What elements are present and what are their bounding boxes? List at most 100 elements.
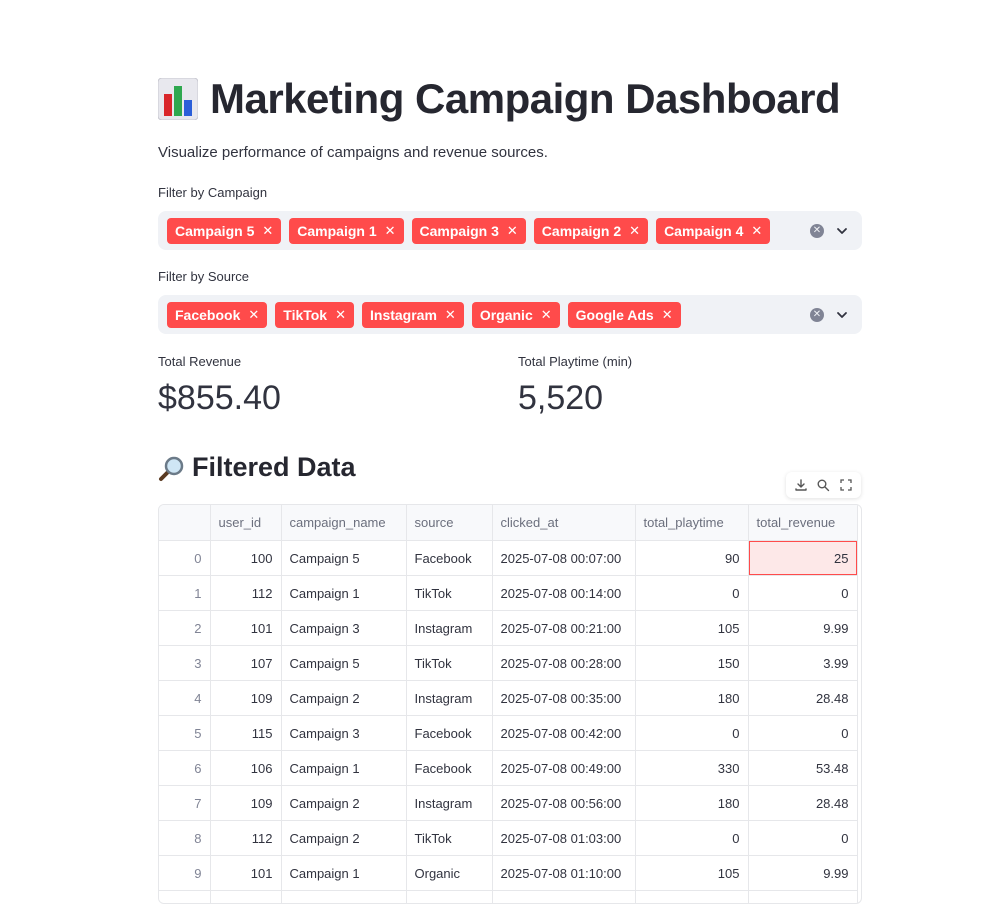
table-cell[interactable]: Campaign 3 — [281, 715, 407, 751]
dataframe-grid[interactable]: user_id campaign_name source clicked_at tota… — [158, 504, 862, 904]
source-multiselect[interactable]: Facebook ✕ TikTok ✕ Instagram ✕ Organic ✕ Google… — [158, 295, 862, 334]
table-cell[interactable]: Campaign 2 — [281, 680, 407, 716]
table-cell[interactable]: Facebook — [406, 715, 493, 751]
table-cell[interactable]: 330 — [635, 750, 749, 786]
table-cell[interactable]: 2025-07-08 00:21:00 — [492, 610, 636, 646]
table-cell[interactable]: Campaign 2 — [281, 820, 407, 856]
table-cell[interactable]: 105 — [635, 855, 749, 891]
table-cell[interactable]: TikTok — [406, 820, 493, 856]
table-cell[interactable]: 25 — [748, 540, 858, 576]
index-column-header[interactable] — [159, 505, 211, 541]
table-cell[interactable]: 101 — [210, 610, 282, 646]
row-index-cell[interactable]: 7 — [159, 785, 211, 821]
table-cell[interactable]: 150 — [635, 645, 749, 681]
download-icon[interactable] — [794, 478, 808, 492]
table-cell[interactable]: Campaign 4 — [281, 890, 407, 903]
table-cell[interactable]: Campaign 5 — [281, 645, 407, 681]
table-cell[interactable]: 2025-07-08 00:49:00 — [492, 750, 636, 786]
remove-chip-icon[interactable]: ✕ — [335, 307, 346, 323]
row-index-cell[interactable]: 9 — [159, 855, 211, 891]
table-cell[interactable]: 2025-07-08 00:42:00 — [492, 715, 636, 751]
row-index-cell[interactable]: 2 — [159, 610, 211, 646]
table-cell[interactable]: Campaign 5 — [281, 540, 407, 576]
remove-chip-icon[interactable]: ✕ — [385, 223, 396, 239]
remove-chip-icon[interactable]: ✕ — [507, 223, 518, 239]
table-cell[interactable] — [210, 890, 282, 903]
table-cell[interactable] — [492, 890, 636, 903]
chevron-down-icon[interactable] — [836, 309, 848, 321]
table-cell[interactable] — [635, 890, 749, 903]
table-cell[interactable]: 2025-07-08 01:10:00 — [492, 855, 636, 891]
table-cell[interactable]: Instagram — [406, 680, 493, 716]
table-cell[interactable]: Instagram — [406, 785, 493, 821]
column-header[interactable]: campaign_name — [281, 505, 407, 541]
column-header[interactable]: user_id — [210, 505, 282, 541]
table-cell[interactable]: 2025-07-08 00:07:00 — [492, 540, 636, 576]
table-cell[interactable]: Facebook — [406, 890, 493, 903]
column-header[interactable]: total_revenue — [748, 505, 858, 541]
table-cell[interactable]: Campaign 1 — [281, 855, 407, 891]
table-cell[interactable]: 0 — [748, 715, 858, 751]
table-cell[interactable]: 0 — [748, 575, 858, 611]
row-index-cell[interactable]: 0 — [159, 540, 211, 576]
column-header[interactable]: total_playtime — [635, 505, 749, 541]
table-cell[interactable]: 180 — [635, 680, 749, 716]
search-icon[interactable] — [816, 478, 830, 492]
column-header[interactable]: clicked_at — [492, 505, 636, 541]
table-cell[interactable]: Campaign 1 — [281, 575, 407, 611]
table-cell[interactable]: 0 — [635, 575, 749, 611]
table-cell[interactable]: 9.99 — [748, 610, 858, 646]
remove-chip-icon[interactable]: ✕ — [262, 223, 273, 239]
table-cell[interactable]: 2025-07-08 00:56:00 — [492, 785, 636, 821]
table-cell[interactable]: Organic — [406, 855, 493, 891]
table-cell[interactable]: 28.48 — [748, 785, 858, 821]
row-index-cell[interactable]: 1 — [159, 575, 211, 611]
table-cell[interactable]: 107 — [210, 645, 282, 681]
remove-chip-icon[interactable]: ✕ — [751, 223, 762, 239]
table-cell[interactable]: 0 — [748, 820, 858, 856]
row-index-cell[interactable]: 4 — [159, 680, 211, 716]
column-header[interactable]: source — [406, 505, 493, 541]
table-cell[interactable]: 2025-07-08 01:03:00 — [492, 820, 636, 856]
table-cell[interactable]: 180 — [635, 785, 749, 821]
remove-chip-icon[interactable]: ✕ — [541, 307, 552, 323]
table-cell[interactable]: 101 — [210, 855, 282, 891]
table-cell[interactable]: 90 — [635, 540, 749, 576]
table-cell[interactable]: 105 — [635, 610, 749, 646]
fullscreen-icon[interactable] — [839, 478, 853, 492]
table-cell[interactable]: Campaign 1 — [281, 750, 407, 786]
table-cell[interactable]: Facebook — [406, 540, 493, 576]
table-cell[interactable]: 2025-07-08 00:14:00 — [492, 575, 636, 611]
row-index-cell[interactable]: 10 — [159, 890, 211, 903]
table-cell[interactable]: 3.99 — [748, 645, 858, 681]
row-index-cell[interactable]: 5 — [159, 715, 211, 751]
table-cell[interactable]: 106 — [210, 750, 282, 786]
table-cell[interactable]: 0 — [635, 820, 749, 856]
clear-all-icon[interactable]: ✕ — [810, 307, 824, 322]
table-cell[interactable]: 0 — [635, 715, 749, 751]
table-cell[interactable]: 109 — [210, 680, 282, 716]
chevron-down-icon[interactable] — [836, 225, 848, 237]
table-cell[interactable]: 112 — [210, 575, 282, 611]
table-cell[interactable]: 112 — [210, 820, 282, 856]
clear-all-icon[interactable]: ✕ — [810, 223, 824, 238]
campaign-multiselect[interactable]: Campaign 5 ✕ Campaign 1 ✕ Campaign 3 ✕ Campaig… — [158, 211, 862, 250]
row-index-cell[interactable]: 3 — [159, 645, 211, 681]
table-cell[interactable]: 2025-07-08 00:35:00 — [492, 680, 636, 716]
table-cell[interactable]: 115 — [210, 715, 282, 751]
table-cell[interactable]: 9.99 — [748, 855, 858, 891]
table-cell[interactable]: 28.48 — [748, 680, 858, 716]
table-cell[interactable] — [748, 890, 858, 903]
table-cell[interactable]: 100 — [210, 540, 282, 576]
table-cell[interactable]: 109 — [210, 785, 282, 821]
remove-chip-icon[interactable]: ✕ — [662, 307, 673, 323]
table-cell[interactable]: Instagram — [406, 610, 493, 646]
table-cell[interactable]: 53.48 — [748, 750, 858, 786]
table-cell[interactable]: TikTok — [406, 645, 493, 681]
remove-chip-icon[interactable]: ✕ — [248, 307, 259, 323]
table-cell[interactable]: Facebook — [406, 750, 493, 786]
row-index-cell[interactable]: 8 — [159, 820, 211, 856]
table-cell[interactable]: TikTok — [406, 575, 493, 611]
table-cell[interactable]: Campaign 2 — [281, 785, 407, 821]
remove-chip-icon[interactable]: ✕ — [629, 223, 640, 239]
